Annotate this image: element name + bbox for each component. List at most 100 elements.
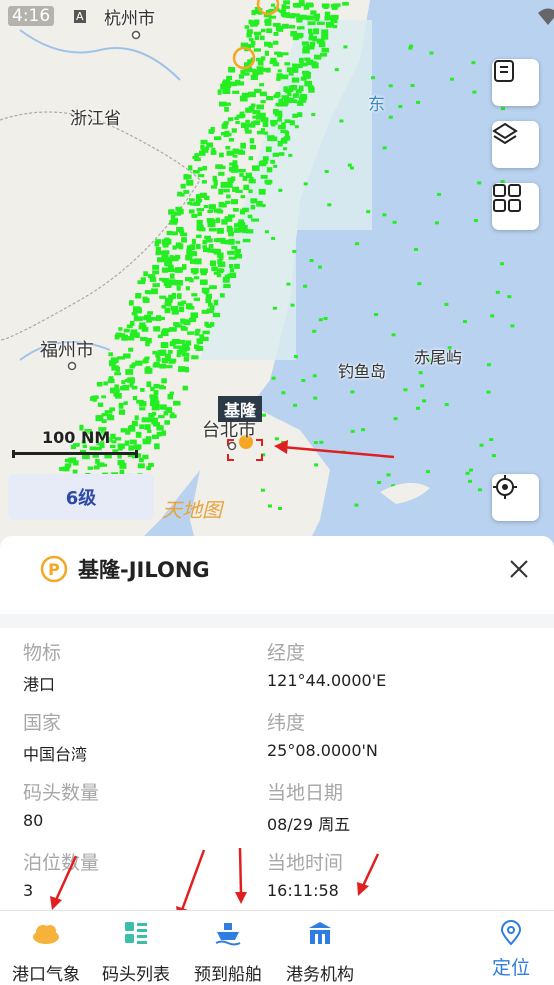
list-icon — [494, 60, 514, 82]
ship-marker — [228, 138, 235, 142]
locate-target-button[interactable] — [492, 474, 539, 521]
tab-port-authority[interactable]: 港务机构 — [284, 911, 356, 985]
ship-marker — [288, 86, 294, 93]
ship-marker — [343, 45, 348, 49]
ship-marker — [221, 203, 227, 208]
ship-marker — [264, 230, 269, 234]
ship-marker — [175, 338, 181, 345]
ship-marker — [272, 152, 279, 157]
grid-button[interactable] — [492, 183, 539, 230]
field-value: 80 — [23, 811, 44, 830]
status-bar: 4:16 A — [0, 6, 554, 30]
map-label-hangzhou: 杭州市 — [104, 9, 155, 29]
ship-marker — [221, 219, 228, 225]
svg-text:P: P — [48, 560, 60, 579]
ship-marker — [252, 165, 260, 171]
ship-marker — [308, 87, 315, 93]
ship-marker — [153, 361, 160, 368]
ship-marker — [208, 244, 214, 249]
ship-marker — [166, 365, 173, 369]
ship-marker — [224, 106, 229, 112]
ship-marker — [487, 363, 491, 367]
city-dot — [227, 441, 237, 451]
ship-marker — [207, 209, 213, 213]
ship-marker — [213, 180, 218, 186]
ship-marker — [139, 424, 145, 430]
ship-marker — [290, 31, 298, 37]
ship-marker — [168, 209, 175, 215]
ship-marker — [301, 379, 306, 382]
ship-marker — [266, 167, 273, 173]
status-indicator: A — [74, 10, 86, 23]
ship-marker — [170, 305, 178, 311]
map-watermark: 天地图 — [162, 498, 222, 522]
ship-marker — [87, 466, 94, 470]
ship-marker — [308, 32, 314, 38]
ship-marker — [92, 397, 97, 402]
close-icon[interactable] — [508, 558, 530, 580]
ship-marker — [257, 130, 265, 135]
ship-marker — [242, 224, 248, 231]
ship-marker — [118, 327, 123, 331]
ship-marker — [377, 481, 382, 484]
ship-marker — [286, 282, 291, 286]
ship-marker — [236, 81, 245, 86]
ship-marker — [197, 338, 204, 345]
map-label-fuzhou: 福州市 — [40, 340, 94, 361]
list-button[interactable] — [492, 59, 539, 106]
tab-arriving-ships[interactable]: 预到船舶 — [192, 911, 264, 985]
ship-marker — [264, 179, 273, 184]
ship-marker — [272, 40, 279, 45]
ship-marker — [291, 77, 300, 83]
ship-marker — [278, 188, 283, 192]
ship-marker — [416, 406, 420, 410]
ship-marker — [232, 148, 239, 154]
ship-marker — [191, 213, 198, 218]
ship-marker — [270, 159, 276, 164]
ship-marker — [304, 57, 311, 61]
ship-marker — [189, 198, 195, 202]
ship-marker — [157, 257, 165, 263]
ship-marker — [195, 199, 203, 203]
ship-marker — [157, 316, 165, 321]
layers-button[interactable] — [492, 121, 539, 168]
ship-marker — [213, 299, 219, 306]
map-view[interactable]: 4:16 A 杭州市 浙江省 福州市 台北市 钓鱼岛 赤尾屿 东 基隆 100 … — [0, 0, 554, 560]
ship-marker — [251, 218, 259, 222]
ship-marker — [211, 266, 218, 272]
ship-marker — [234, 263, 240, 269]
ship-marker — [144, 424, 151, 430]
ship-marker — [247, 214, 253, 219]
ship-marker — [261, 128, 265, 132]
ship-marker — [248, 156, 254, 161]
ship-marker — [290, 303, 295, 307]
ship-marker — [211, 248, 217, 254]
ship-marker — [152, 283, 160, 288]
ship-marker — [188, 165, 193, 171]
field-label: 国家 — [23, 712, 62, 734]
ship-marker — [181, 300, 187, 304]
ship-marker — [463, 320, 467, 323]
tab-dock-list[interactable]: 码头列表 — [100, 911, 172, 985]
ship-marker — [152, 270, 160, 275]
port-name-tag[interactable]: 基隆 — [218, 396, 263, 422]
tab-port-weather[interactable]: 港口气象 — [10, 911, 82, 985]
ship-marker — [304, 80, 313, 87]
ship-marker — [164, 257, 173, 262]
ship-marker — [187, 331, 195, 335]
ship-marker — [169, 273, 175, 279]
ship-marker — [193, 276, 200, 280]
ship-marker — [450, 77, 454, 81]
ship-marker — [180, 325, 186, 330]
city-dot — [67, 361, 77, 371]
ship-marker — [107, 378, 115, 384]
ship-marker — [133, 306, 141, 313]
ship-marker — [206, 142, 213, 148]
ship-marker — [327, 203, 332, 207]
ship-marker — [471, 61, 476, 65]
ship-marker — [371, 76, 375, 80]
tab-locate[interactable]: 定位 — [484, 911, 538, 985]
map-label-zhejiang: 浙江省 — [70, 109, 121, 129]
ship-marker — [240, 96, 247, 101]
ship-marker — [232, 90, 240, 94]
